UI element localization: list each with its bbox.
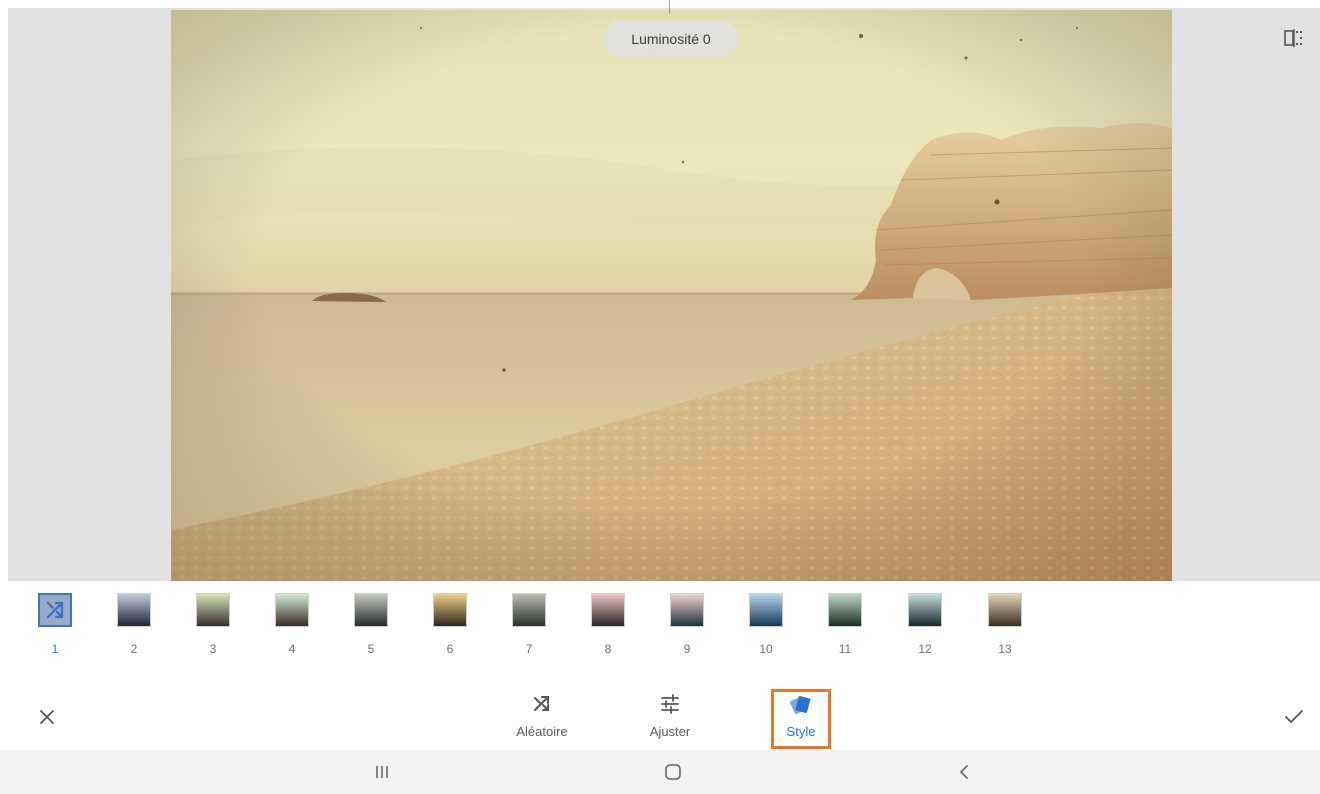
style-thumbnail-3[interactable]: 3	[193, 593, 233, 657]
style-number: 1	[51, 642, 59, 656]
tool-adjust[interactable]: Ajuster	[630, 693, 710, 743]
bottom-toolbar: Aléatoire Ajuster Style	[0, 681, 1320, 750]
style-thumbnail-1[interactable]: 1	[35, 593, 75, 657]
style-cards-icon	[789, 693, 813, 720]
style-thumbnail-9[interactable]: 9	[667, 593, 707, 657]
style-thumbnail-2[interactable]: 2	[114, 593, 154, 657]
style-number: 8	[604, 642, 612, 656]
style-thumbnail-10[interactable]: 10	[746, 593, 786, 657]
edited-photo[interactable]	[171, 10, 1172, 581]
style-thumbnail-13[interactable]: 13	[985, 593, 1025, 657]
style-thumbnail-7[interactable]: 7	[509, 593, 549, 657]
style-number: 13	[998, 642, 1012, 656]
check-icon[interactable]	[1280, 703, 1308, 731]
style-swatch	[512, 593, 546, 627]
system-navigation-bar	[0, 750, 1320, 794]
style-swatch	[591, 593, 625, 627]
top-center-marker	[669, 0, 670, 14]
style-number: 9	[683, 642, 691, 656]
style-swatch	[670, 593, 704, 627]
style-thumbnail-8[interactable]: 8	[588, 593, 628, 657]
style-number: 12	[918, 642, 932, 656]
shuffle-icon	[38, 593, 72, 627]
style-swatch	[275, 593, 309, 627]
style-number: 2	[130, 642, 138, 656]
style-thumbnail-6[interactable]: 6	[430, 593, 470, 657]
style-number: 11	[838, 642, 852, 656]
style-number: 4	[288, 642, 296, 656]
style-thumbnail-12[interactable]: 12	[905, 593, 945, 657]
back-icon[interactable]	[949, 760, 979, 784]
style-swatch	[354, 593, 388, 627]
home-icon[interactable]	[658, 760, 688, 784]
tool-random[interactable]: Aléatoire	[502, 693, 582, 743]
style-thumbnail-strip: 1 2 3 4 5 6 7 8 9 10 11 12 13	[0, 581, 1320, 661]
style-swatch	[117, 593, 151, 627]
tool-random-label: Aléatoire	[516, 724, 568, 739]
style-swatch	[828, 593, 862, 627]
tool-style-label: Style	[786, 724, 816, 739]
style-number: 5	[367, 642, 375, 656]
style-thumbnail-5[interactable]: 5	[351, 593, 391, 657]
tool-adjust-label: Ajuster	[649, 724, 691, 739]
compare-icon[interactable]	[1281, 26, 1307, 50]
editor-area: Luminosité 0	[0, 0, 1320, 581]
recent-apps-icon[interactable]	[367, 760, 397, 784]
style-number: 6	[446, 642, 454, 656]
style-thumbnail-4[interactable]: 4	[272, 593, 312, 657]
style-swatch	[988, 593, 1022, 627]
style-swatch	[749, 593, 783, 627]
style-number: 3	[209, 642, 217, 656]
style-thumbnail-11[interactable]: 11	[825, 593, 865, 657]
close-icon[interactable]	[33, 703, 61, 731]
style-number: 7	[525, 642, 533, 656]
style-swatch	[196, 593, 230, 627]
adjustment-value-label: Luminosité 0	[604, 20, 738, 57]
sliders-icon	[659, 693, 681, 720]
shuffle-icon	[531, 693, 553, 720]
style-number: 10	[759, 642, 773, 656]
style-swatch	[908, 593, 942, 627]
style-swatch	[433, 593, 467, 627]
tool-style[interactable]: Style	[761, 693, 841, 743]
